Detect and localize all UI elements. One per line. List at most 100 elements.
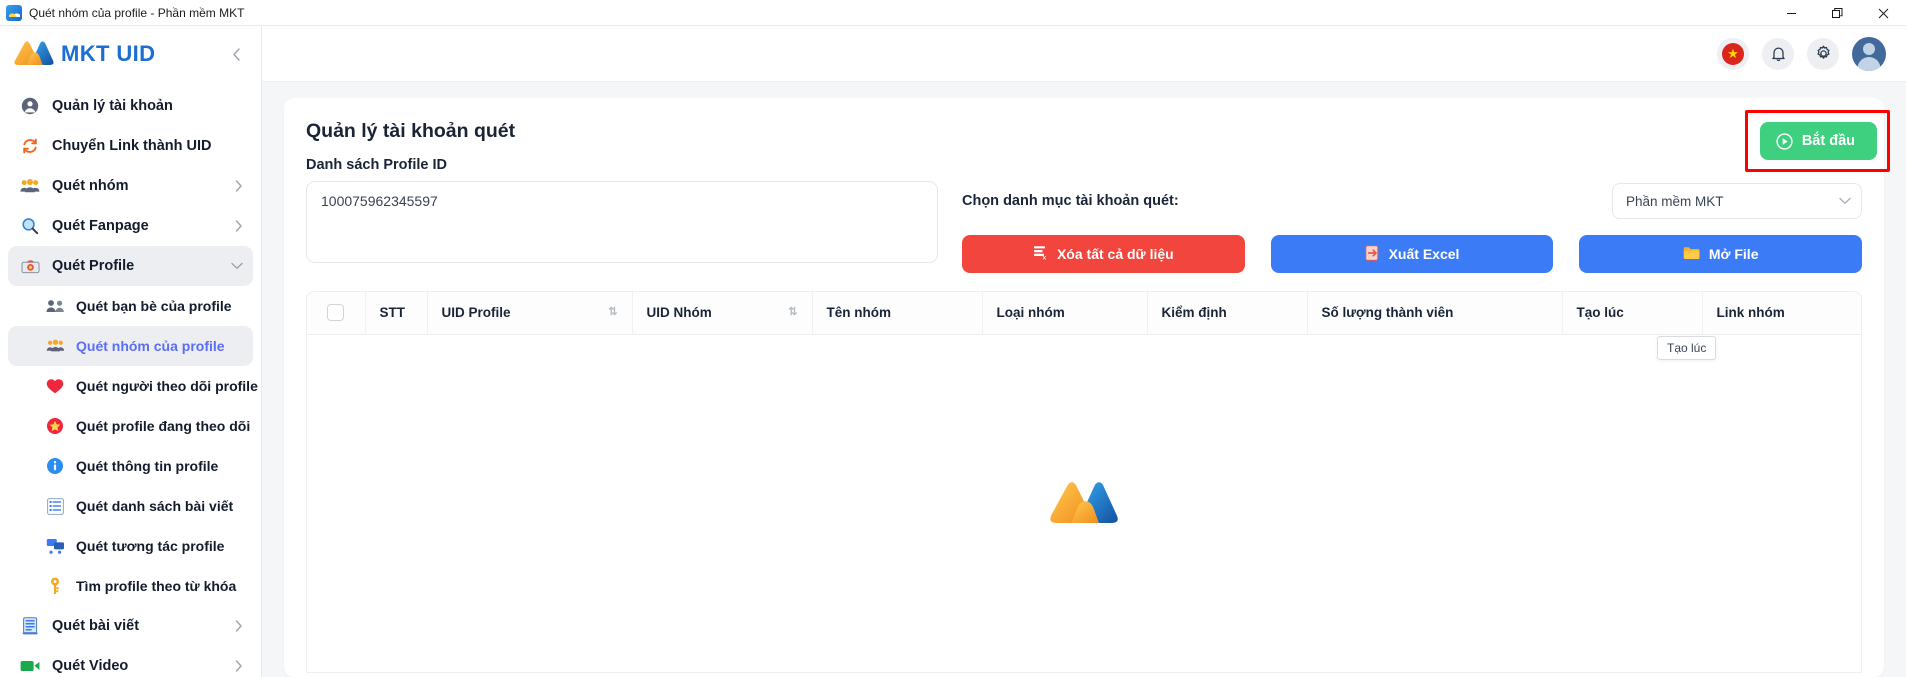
column-so-luong-thanh-vien[interactable]: Số lượng thành viên <box>1307 292 1563 335</box>
profile-id-input[interactable] <box>306 181 938 263</box>
sidebar-item-quet-tuong-tac-profile[interactable]: Quét tương tác profile <box>8 526 253 566</box>
sidebar-item-quet-ban-be-cua-profile[interactable]: Quét bạn bè của profile <box>8 286 253 326</box>
chevron-right-icon <box>235 220 243 232</box>
sidebar-item-quan-ly-tai-khoan[interactable]: Quản lý tài khoản <box>8 86 253 126</box>
sidebar-item-quet-thong-tin-profile[interactable]: Quét thông tin profile <box>8 446 253 486</box>
column-label: Link nhóm <box>1716 305 1785 321</box>
window-controls <box>1768 0 1906 26</box>
column-stt[interactable]: STT <box>365 292 428 335</box>
brand: MKT UID <box>0 26 261 82</box>
folder-icon <box>1683 246 1700 263</box>
sort-icon[interactable]: ⇅ <box>608 307 617 318</box>
column-kiem-dinh[interactable]: Kiểm định <box>1147 292 1308 335</box>
sidebar-item-quet-profile-dang-theo-doi[interactable]: Quét profile đang theo dõi <box>8 406 253 446</box>
minimize-icon[interactable] <box>1768 0 1814 26</box>
column-link-nhom[interactable]: Link nhóm <box>1702 292 1861 335</box>
sidebar-submenu-quet-profile: Quét bạn bè của profile Quét nhóm của pr… <box>8 286 258 606</box>
info-icon <box>44 456 66 476</box>
sidebar-item-label: Quét Profile <box>52 258 135 274</box>
column-label: STT <box>379 305 406 321</box>
svg-text:x: x <box>1043 255 1047 260</box>
start-button-label: Bắt đầu <box>1801 133 1855 149</box>
column-label: Kiểm định <box>1161 305 1227 321</box>
bell-icon <box>1771 47 1785 62</box>
mkt-logo-watermark <box>1050 481 1118 523</box>
sidebar-item-label: Quét nhóm của profile <box>76 338 225 354</box>
window-title: Quét nhóm của profile - Phần mềm MKT <box>29 5 245 20</box>
mkt-app-icon <box>6 4 22 21</box>
open-file-button[interactable]: Mở File <box>1579 235 1863 273</box>
start-button[interactable]: Bắt đầu <box>1759 122 1877 160</box>
checkbox-icon[interactable] <box>327 304 345 322</box>
sidebar-item-quet-danh-sach-bai-viet[interactable]: Quét danh sách bài viết <box>8 486 253 526</box>
sidebar-item-label: Quản lý tài khoản <box>52 98 173 114</box>
start-button-highlight: Bắt đầu <box>1744 110 1890 172</box>
column-label: UID Profile <box>441 305 511 321</box>
group-icon <box>19 176 41 196</box>
export-excel-button[interactable]: Xuất Excel <box>1270 235 1554 273</box>
sidebar-item-tim-profile-theo-tu-khoa[interactable]: Tìm profile theo từ khóa <box>8 566 253 606</box>
sidebar-item-quet-video[interactable]: Quét Video <box>8 646 253 677</box>
category-row: Chọn danh mục tài khoản quét: Phần mềm M… <box>962 183 1862 219</box>
sidebar-item-quet-fanpage[interactable]: Quét Fanpage <box>8 206 253 246</box>
user-circle-icon <box>19 96 41 116</box>
heart-icon <box>44 376 66 396</box>
sidebar-item-label: Quét danh sách bài viết <box>76 498 234 514</box>
main-area: ★ Bắt đầu Quản lý tài khoản quét Danh sá… <box>262 26 1906 677</box>
column-label: Tạo lúc <box>1576 305 1624 321</box>
column-uid-profile[interactable]: UID Profile ⇅ <box>427 292 633 335</box>
column-ten-nhom[interactable]: Tên nhóm <box>812 292 983 335</box>
category-select[interactable]: Phần mềm MKT <box>1612 183 1862 219</box>
export-excel-label: Xuất Excel <box>1388 246 1460 262</box>
sidebar-item-label: Quét bài viết <box>52 618 140 634</box>
delete-all-data-button[interactable]: x Xóa tất cả dữ liệu <box>962 235 1245 273</box>
refresh-icon <box>19 136 41 156</box>
notifications-button[interactable] <box>1762 37 1794 70</box>
column-uid-nhom[interactable]: UID Nhóm ⇅ <box>632 292 813 335</box>
language-button[interactable]: ★ <box>1717 37 1749 70</box>
sidebar-item-quet-nguoi-theo-doi-profile[interactable]: Quét người theo dõi profile <box>8 366 258 406</box>
interaction-icon <box>44 536 66 556</box>
excel-export-icon <box>1364 244 1380 264</box>
content-area: Bắt đầu Quản lý tài khoản quét Danh sách… <box>262 82 1906 677</box>
sidebar-item-quet-bai-viet[interactable]: Quét bài viết <box>8 606 253 646</box>
table-empty-state <box>307 334 1861 672</box>
close-icon[interactable] <box>1860 0 1906 26</box>
window-titlebar: Quét nhóm của profile - Phần mềm MKT <box>0 0 1906 26</box>
input-row: Chọn danh mục tài khoản quét: Phần mềm M… <box>306 181 1863 273</box>
sidebar-item-quet-nhom[interactable]: Quét nhóm <box>8 166 253 206</box>
sidebar-item-quet-profile[interactable]: Quét Profile <box>8 246 253 286</box>
delete-data-icon: x <box>1033 245 1048 263</box>
post-icon <box>19 616 41 636</box>
sidebar-item-label: Quét tương tác profile <box>76 538 225 554</box>
action-buttons: x Xóa tất cả dữ liệu Xuất Excel Mở File <box>962 235 1863 273</box>
sidebar-item-label: Quét người theo dõi profile <box>76 378 258 394</box>
star-badge-icon <box>44 416 66 436</box>
column-tao-luc[interactable]: Tạo lúc <box>1562 292 1703 335</box>
sidebar-item-label: Quét nhóm <box>52 178 129 194</box>
brand-name: MKT UID <box>61 41 156 66</box>
sort-icon[interactable]: ⇅ <box>788 307 797 318</box>
chevron-left-icon <box>232 47 240 61</box>
chevron-right-icon <box>235 180 243 192</box>
open-file-label: Mở File <box>1708 246 1759 262</box>
mkt-logo-icon <box>14 41 54 65</box>
sidebar-item-quet-nhom-cua-profile[interactable]: Quét nhóm của profile <box>8 326 253 366</box>
profile-list-label: Danh sách Profile ID <box>306 157 448 173</box>
scan-account-card: Bắt đầu Quản lý tài khoản quét Danh sách… <box>284 98 1890 677</box>
right-controls: Chọn danh mục tài khoản quét: Phần mềm M… <box>962 181 1863 273</box>
friends-icon <box>44 296 66 316</box>
sidebar-item-chuyen-link-thanh-uid[interactable]: Chuyển Link thành UID <box>8 126 253 166</box>
user-avatar-icon[interactable] <box>1852 36 1886 71</box>
settings-button[interactable] <box>1807 37 1839 70</box>
play-circle-icon <box>1776 132 1793 150</box>
category-select-value: Phần mềm MKT <box>1626 193 1724 209</box>
sidebar-item-label: Quét profile đang theo dõi <box>76 418 251 434</box>
restore-icon[interactable] <box>1814 0 1860 26</box>
key-icon <box>44 576 66 596</box>
gear-icon <box>1816 45 1830 59</box>
sidebar-collapse-button[interactable] <box>225 43 247 65</box>
column-loai-nhom[interactable]: Loại nhóm <box>982 292 1148 335</box>
topbar: ★ <box>262 26 1906 82</box>
category-label: Chọn danh mục tài khoản quét: <box>962 193 1179 209</box>
